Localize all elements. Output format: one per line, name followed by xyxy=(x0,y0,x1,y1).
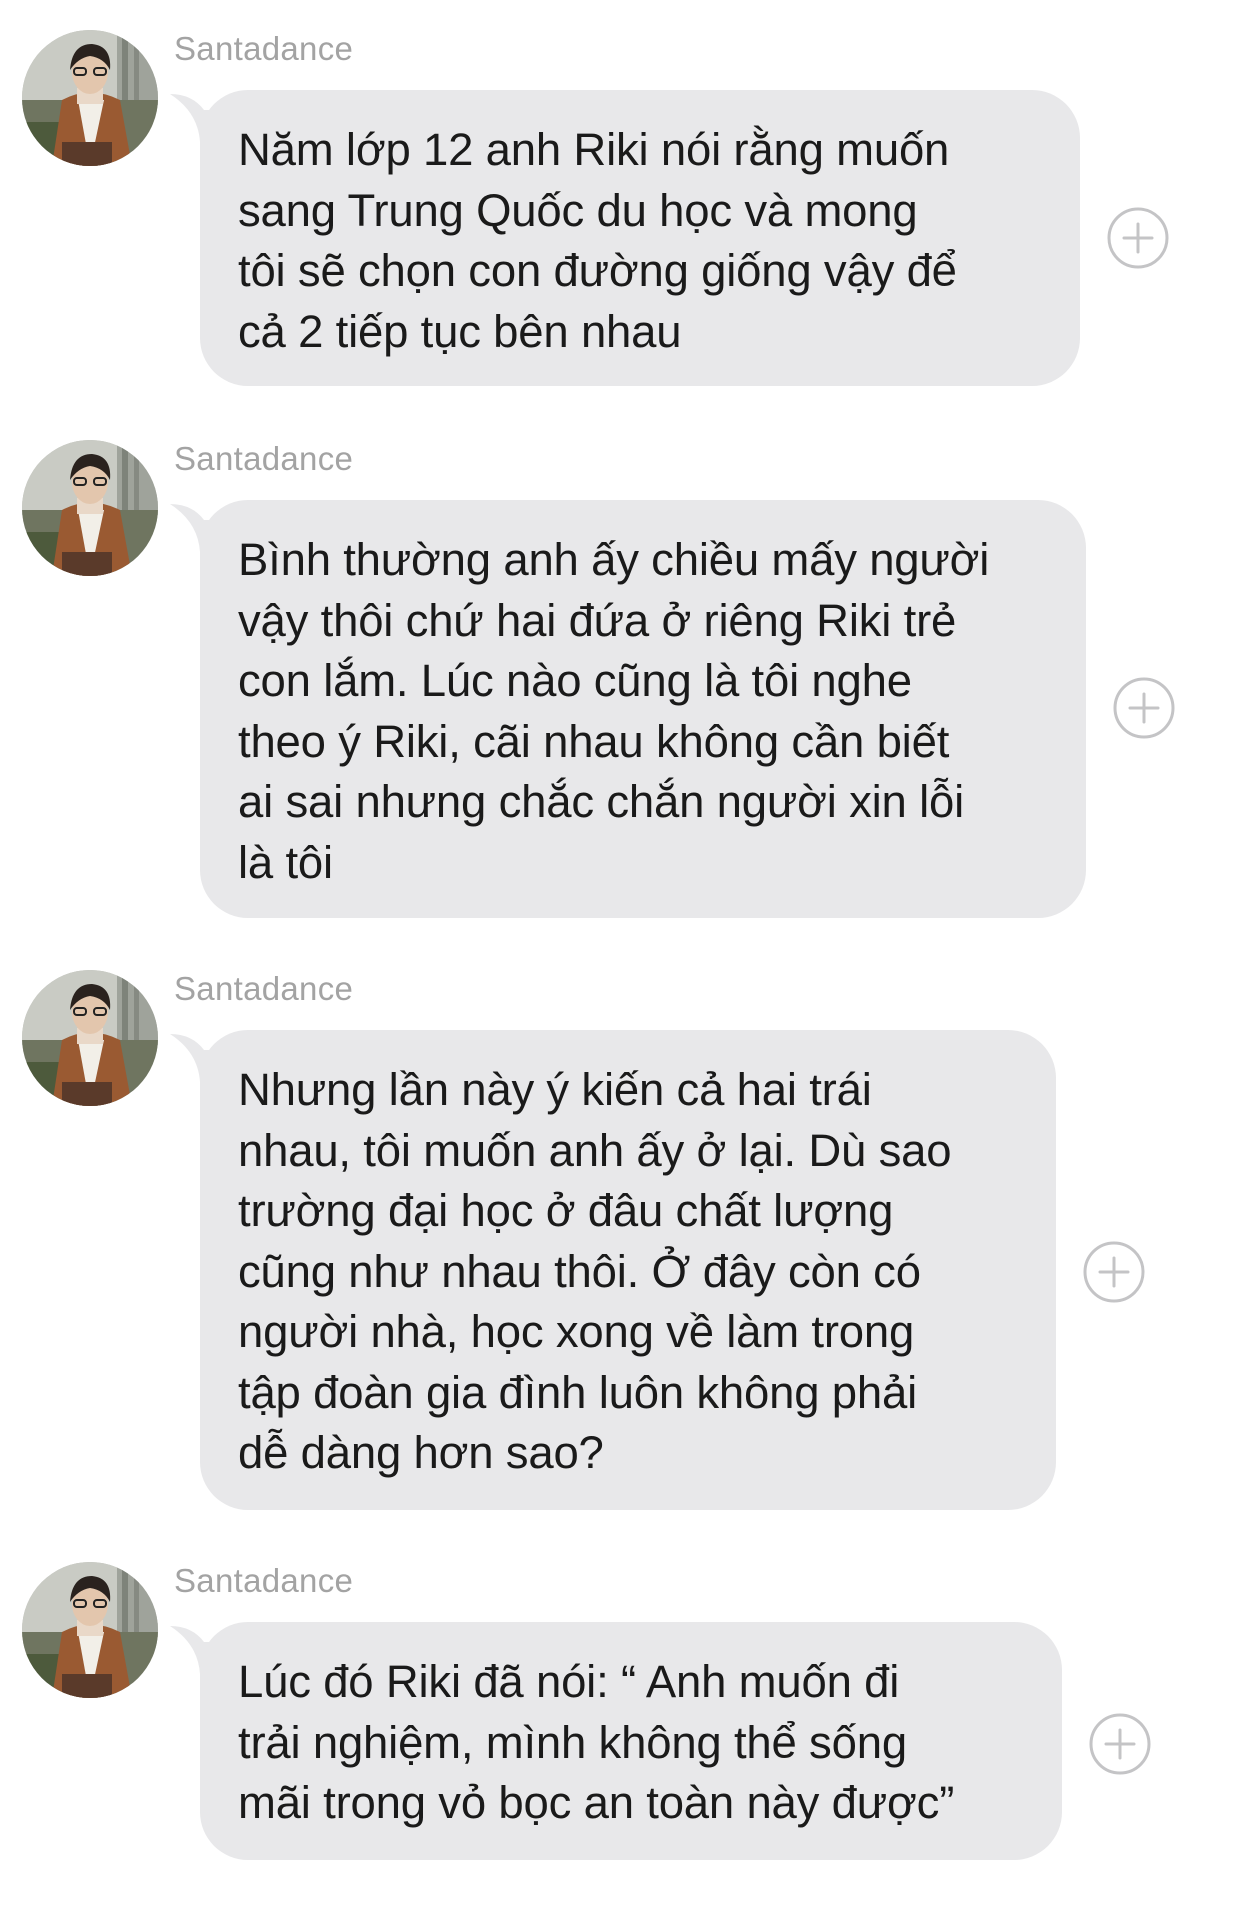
sender-avatar[interactable] xyxy=(22,440,158,576)
sender-avatar[interactable] xyxy=(22,1562,158,1698)
message-bubble[interactable]: Nhưng lần này ý kiến cả hai trái nhau, t… xyxy=(200,1030,1056,1510)
sender-name: Santadance xyxy=(174,440,354,477)
message-text: Năm lớp 12 anh Riki nói rằng muốn sang T… xyxy=(238,124,957,357)
message-text: Lúc đó Riki đã nói: “ Anh muốn đi trải n… xyxy=(238,1656,955,1828)
message-bubble[interactable]: Bình thường anh ấy chiều mấy người vậy t… xyxy=(200,500,1086,918)
add-reaction-icon[interactable] xyxy=(1106,206,1170,270)
message-bubble[interactable]: Năm lớp 12 anh Riki nói rằng muốn sang T… xyxy=(200,90,1080,386)
add-reaction-icon[interactable] xyxy=(1112,676,1176,740)
add-reaction-icon[interactable] xyxy=(1082,1240,1146,1304)
profile-photo xyxy=(22,1562,158,1698)
sender-avatar[interactable] xyxy=(22,970,158,1106)
add-reaction-icon[interactable] xyxy=(1088,1712,1152,1776)
sender-name: Santadance xyxy=(174,1562,354,1599)
message-text: Bình thường anh ấy chiều mấy người vậy t… xyxy=(238,534,990,888)
profile-photo xyxy=(22,970,158,1106)
profile-photo xyxy=(22,440,158,576)
sender-avatar[interactable] xyxy=(22,30,158,166)
profile-photo xyxy=(22,30,158,166)
message-bubble[interactable]: Lúc đó Riki đã nói: “ Anh muốn đi trải n… xyxy=(200,1622,1062,1860)
message-text: Nhưng lần này ý kiến cả hai trái nhau, t… xyxy=(238,1064,952,1478)
sender-name: Santadance xyxy=(174,30,354,67)
sender-name: Santadance xyxy=(174,970,354,1007)
